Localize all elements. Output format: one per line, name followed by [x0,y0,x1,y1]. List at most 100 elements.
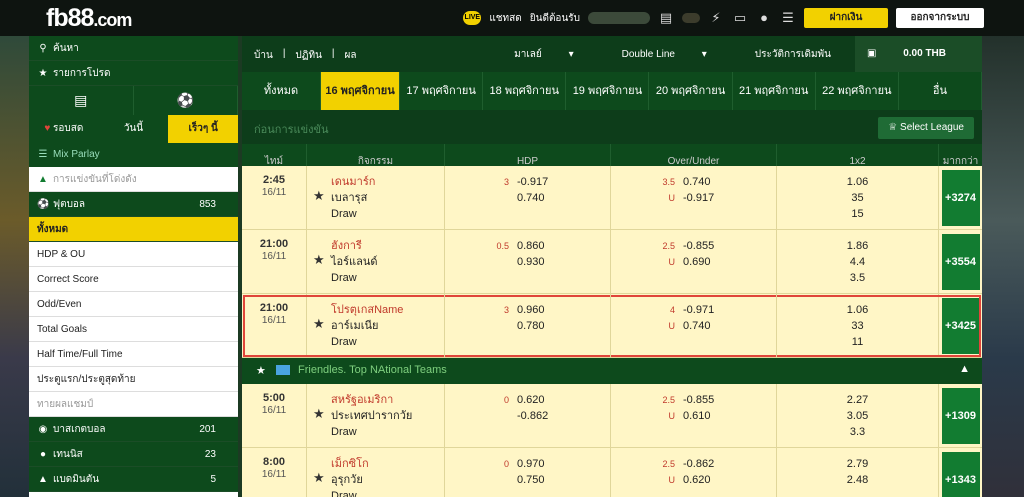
live-chat-icon[interactable]: LIVE [463,11,482,25]
date-tab-20[interactable]: 20 พฤศจิกายน [649,72,733,110]
match-event: ★ เดนมาร์ก เบลารุส Draw [307,166,445,229]
tab-early[interactable]: เร็วๆ นี้ [168,115,239,143]
balance-display[interactable]: ▣ 0.00 THB [854,36,982,72]
hdp-away-odds[interactable]: 0.750 [445,472,610,488]
match-list-b: 5:00 16/11 ★ สหรัฐอเมริกา ประเทศปารากวัย Draw… [242,384,982,497]
sidebar-all-markets[interactable]: ทั้งหมด [29,217,238,242]
more-markets-button[interactable]: +3425 [941,297,980,354]
soccer-ball-icon: ⚽ [37,199,50,210]
home-team: โปรตุเกสName [331,304,404,316]
nav-calendar[interactable]: ปฏิทิน [295,48,322,63]
odds-draw[interactable]: 11 [777,334,938,350]
odds-draw[interactable]: 15 [777,206,938,222]
chevron-up-icon[interactable]: ▲ [959,363,970,375]
ou-line: 4 [669,305,675,315]
odds-away[interactable]: 2.48 [777,472,938,488]
more-markets-button[interactable]: +1309 [941,387,980,444]
star-icon[interactable]: ★ [313,252,325,268]
date-tab-18[interactable]: 18 พฤศจิกายน [483,72,567,110]
date-tab-16[interactable]: 16 พฤศจิกายน [321,72,401,110]
username-masked [588,12,650,24]
tab-live[interactable]: ♥ รอบสด [29,115,99,143]
odds-home[interactable]: 1.06 [777,302,938,318]
sidebar-market-correct-score[interactable]: Correct Score [29,267,238,292]
odds-home[interactable]: 2.27 [777,392,938,408]
date-tab-22[interactable]: 22 พฤศจิกายน [816,72,899,110]
match-time: 5:00 16/11 [242,384,307,447]
hdp-cell: 3 0.960 0.780 [445,294,611,357]
select-league-button[interactable]: ♕ Select League [878,117,974,139]
checklist-icon[interactable]: ☰ [780,10,796,26]
ou-cell: 2.5 U -0.855 0.690 [611,230,777,293]
deposit-button[interactable]: ฝากเงิน [804,8,888,28]
nav-results[interactable]: ผล [345,48,357,63]
away-team: ประเทศปารากวัย [331,410,413,422]
sidebar-market-odd-even[interactable]: Odd/Even [29,292,238,317]
sidebar-mix-parlay[interactable]: ☰ Mix Parlay [29,143,238,167]
odds-away[interactable]: 3.05 [777,408,938,424]
odds-away[interactable]: 4.4 [777,254,938,270]
odds-away[interactable]: 33 [777,318,938,334]
live-chat-link[interactable]: แชทสด [489,11,521,26]
x12-cell: 1.06 33 11 [777,294,939,357]
list-view-icon[interactable]: ▤ [29,86,134,115]
league-header[interactable]: ★ Friendles. Top NAtional Teams ▲ [242,358,982,384]
star-icon[interactable]: ★ [313,316,325,332]
bet-history-link[interactable]: ประวัติการเดิมพัน [755,47,831,62]
logout-button[interactable]: ออกจากระบบ [896,8,984,28]
sidebar-market-htft[interactable]: Half Time/Full Time [29,342,238,367]
more-markets-button[interactable]: +3554 [941,233,980,290]
sidebar-football[interactable]: ⚽ ฟุตบอล 853 [29,192,238,217]
more-markets-button[interactable]: +3274 [941,169,980,226]
ou-under-label: U [668,411,676,421]
star-icon[interactable]: ★ [313,188,325,204]
sidebar-market-first-last-goal[interactable]: ประตูแรก/ประตูสุดท้าย [29,367,238,392]
star-icon[interactable]: ★ [313,406,325,422]
star-icon[interactable]: ★ [256,364,266,377]
date-tab-21[interactable]: 21 พฤศจิกายน [733,72,816,110]
hdp-line: 3 [503,177,509,187]
sidebar-search[interactable]: ⚲ ค้นหา [29,36,238,61]
hdp-away-odds[interactable]: 0.930 [445,254,610,270]
date-tab-other[interactable]: อื่น [899,72,982,110]
lightning-icon[interactable]: ⚡ [708,10,724,26]
sidebar-badminton[interactable]: ▲ แบดมินตัน 5 [29,467,238,492]
odds-home[interactable]: 1.06 [777,174,938,190]
more-markets-button[interactable]: +1343 [941,451,980,497]
sidebar-market-total-goals[interactable]: Total Goals [29,317,238,342]
date-tab-19[interactable]: 19 พฤศจิกายน [566,72,650,110]
sidebar-tennis[interactable]: ● เทนนิส 23 [29,442,238,467]
date-tab-17[interactable]: 17 พฤศจิกายน [400,72,484,110]
odds-draw[interactable]: 3.5 [777,270,938,286]
odds-draw[interactable]: 3.3 [777,424,938,440]
odds-away[interactable]: 35 [777,190,938,206]
sidebar-market-hdp-ou[interactable]: HDP & OU [29,242,238,267]
nav-home[interactable]: บ้าน [254,48,273,63]
more-cell: +1343 [939,448,982,497]
odds-home[interactable]: 1.86 [777,238,938,254]
site-logo[interactable]: fb88.com [46,4,132,33]
welcome-text: ยินดีต้อนรับ [529,12,580,24]
tennis-icon: ● [39,449,47,460]
tab-today[interactable]: วันนี้ [98,115,169,143]
sidebar-popular[interactable]: ▲ การแข่งขันที่โด่งดัง [29,167,238,192]
background-right [982,36,1024,497]
user-icon[interactable]: ● [756,10,772,26]
statement-icon[interactable]: ▤ [658,10,674,26]
world-flag-icon [276,365,290,375]
hdp-away-odds[interactable]: 0.780 [445,318,610,334]
tv-icon[interactable]: ▭ [732,10,748,26]
sidebar-favorites[interactable]: ★ รายการโปรด [29,61,238,86]
odds-home[interactable]: 2.79 [777,456,938,472]
date-tab-all[interactable]: ทั้งหมด [242,72,322,110]
soccer-ball-icon[interactable]: ⚽ [134,86,238,115]
hdp-away-odds[interactable]: -0.862 [445,408,610,424]
sidebar-outright[interactable]: ทายผลแชมป์ [29,392,238,417]
star-icon[interactable]: ★ [313,470,325,486]
odds-format-select[interactable]: มาเลย์ ▾ [514,47,597,62]
line-mode-select[interactable]: Double Line ▾ [622,49,731,60]
match-event: ★ ฮังการี ไอร์แลนด์ Draw [307,230,445,293]
sidebar-basketball[interactable]: ◉ บาสเกตบอล 201 [29,417,238,442]
table-row: 5:00 16/11 ★ สหรัฐอเมริกา ประเทศปารากวัย Draw… [242,384,982,448]
hdp-away-odds[interactable]: 0.740 [445,190,610,206]
